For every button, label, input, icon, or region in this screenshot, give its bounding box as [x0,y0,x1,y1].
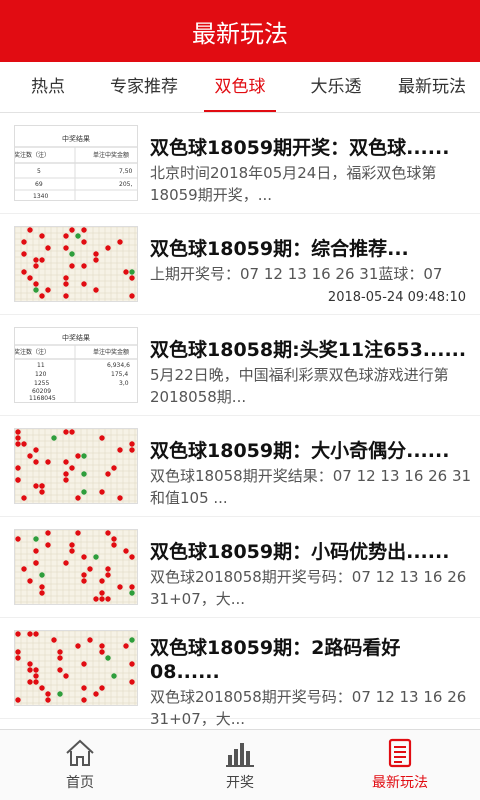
svg-text:1255: 1255 [34,380,49,387]
article-summary: 5月22日晚，中国福利彩票双色球游戏进行第2018058期... [150,366,449,406]
svg-text:3,0: 3,0 [119,380,129,387]
svg-text:205,: 205, [119,181,132,188]
svg-text:120: 120 [35,371,47,378]
nav-latest-label: 最新玩法 [372,775,428,791]
bar-chart-icon [226,743,254,767]
nav-home-label: 首页 [66,775,94,791]
article-timestamp: 2018-05-24 09:48:10 [327,290,466,305]
tab-dlt[interactable]: 大乐透 [288,62,384,112]
svg-text:1168045: 1168045 [29,395,56,402]
article-item[interactable]: 双色球18059期：小码优势出...... 双色球2018058期开奖号码：07… [0,517,480,618]
nav-draw-label: 开奖 [226,775,254,791]
nav-draw[interactable]: 开奖 [160,730,320,800]
tab-hot[interactable]: 热点 [0,62,96,112]
svg-text:5: 5 [37,168,41,175]
tab-ssq[interactable]: 双色球 [192,62,288,112]
svg-text:69: 69 [35,181,43,188]
svg-text:中奖结果: 中奖结果 [62,134,90,143]
tab-latest[interactable]: 最新玩法 [384,62,480,112]
svg-text:中奖结果: 中奖结果 [62,333,90,342]
svg-text:单注中奖金额: 单注中奖金额 [93,348,129,356]
article-item[interactable]: 中奖结果 中奖注数（注） 单注中奖金额 11 6,934,6 120 175,4… [0,315,480,416]
article-item[interactable]: 双色球18059期：大小奇偶分...... 双色球18058期开奖结果：07 1… [0,416,480,517]
table-thumbnail: 中奖结果 中奖注数（注） 单注中奖金额 5 7,50 69 205, 1340 [14,125,138,201]
svg-text:中奖注数（注）: 中奖注数（注） [15,348,50,356]
svg-text:11: 11 [37,362,45,369]
svg-text:6,934,6: 6,934,6 [107,362,130,369]
category-tabs: 热点 专家推荐 双色球 大乐透 最新玩法 [0,62,480,113]
nav-home[interactable]: 首页 [0,730,160,800]
article-title[interactable]: 双色球18059期：大小奇偶分...... [150,436,470,463]
article-title[interactable]: 双色球18059期：2路码看好08...... [150,636,470,684]
chart-thumbnail [14,226,138,302]
svg-text:60209: 60209 [32,388,51,395]
nav-latest[interactable]: 最新玩法 [320,730,480,800]
article-item[interactable]: 双色球18059期：综合推荐... 上期开奖号：07 12 13 16 26 3… [0,214,480,315]
article-title[interactable]: 双色球18059期：小码优势出...... [150,537,470,564]
bottom-navigation: 首页 开奖 最新玩法 [0,729,480,800]
article-summary: 上期开奖号：07 12 13 16 26 31蓝球：07 [150,265,443,283]
article-summary: 双色球2018058期开奖号码：07 12 13 16 26 31+07，大..… [150,568,467,608]
home-icon [66,739,94,766]
article-item[interactable]: 双色球18059期：2路码看好08...... 双色球2018058期开奖号码：… [0,618,480,728]
article-item[interactable]: 中奖结果 中奖注数（注） 单注中奖金额 5 7,50 69 205, 1340 … [0,113,480,214]
svg-text:单注中奖金额: 单注中奖金额 [93,151,129,159]
tab-expert[interactable]: 专家推荐 [96,62,192,112]
svg-text:中奖注数（注）: 中奖注数（注） [15,151,50,159]
chart-thumbnail [14,428,138,504]
article-title[interactable]: 双色球18058期:头奖11注653...... [150,335,470,362]
page-title: 最新玩法 [192,19,288,48]
table-thumbnail: 中奖结果 中奖注数（注） 单注中奖金额 11 6,934,6 120 175,4… [14,327,138,403]
article-summary: 双色球2018058期开奖号码：07 12 13 16 26 31+07，大..… [150,688,467,728]
article-summary: 双色球18058期开奖结果：07 12 13 16 26 31 和值105 ..… [150,467,472,507]
chart-thumbnail [14,529,138,605]
app-header: 最新玩法 [0,0,480,62]
article-title[interactable]: 双色球18059期：综合推荐... [150,234,470,261]
article-list[interactable]: 中奖结果 中奖注数（注） 单注中奖金额 5 7,50 69 205, 1340 … [0,113,480,730]
chart-thumbnail [14,630,138,706]
svg-text:1340: 1340 [33,193,48,200]
article-title[interactable]: 双色球18059期开奖：双色球...... [150,133,470,160]
svg-text:7,50: 7,50 [119,168,133,175]
svg-text:175,4: 175,4 [111,371,128,378]
document-icon [388,738,412,768]
article-summary: 北京时间2018年05月24日，福彩双色球第18059期开奖，... [150,164,437,204]
